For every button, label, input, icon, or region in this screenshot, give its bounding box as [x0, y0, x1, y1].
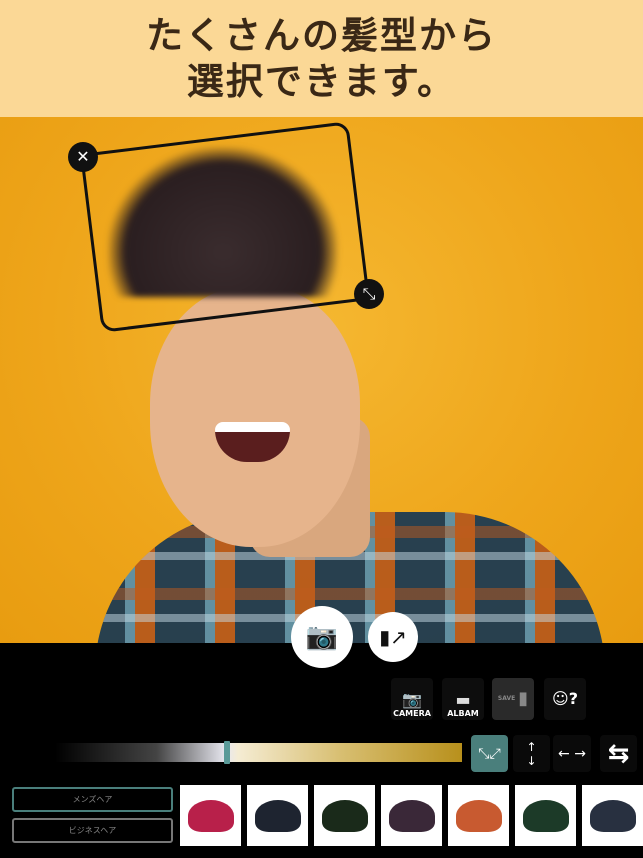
phone-rotate-icon[interactable]: ▮↗: [368, 612, 418, 662]
headline-line-1: たくさんの髪型から: [146, 14, 497, 57]
up-down-arrows-icon[interactable]: ↑ ↓: [513, 735, 550, 772]
save-button[interactable]: SAVE ▮: [492, 678, 534, 720]
camera-label: CAMERA: [393, 709, 431, 718]
folder-icon: ▬: [455, 690, 471, 709]
hair-style-image: [455, 799, 502, 832]
hair-color-slider[interactable]: [55, 743, 462, 762]
hair-style-image: [254, 799, 301, 832]
swap-icon[interactable]: ⇆: [600, 735, 637, 772]
promo-header: たくさんの髪型から 選択できます。: [0, 0, 643, 117]
resize-diagonal-icon[interactable]: ⤡: [354, 279, 384, 309]
hair-style-image: [522, 799, 569, 832]
hair-selection-frame[interactable]: [80, 121, 370, 333]
help-button[interactable]: ☺?: [544, 678, 586, 720]
save-label: SAVE: [497, 694, 516, 702]
person-icon: ▮: [518, 687, 529, 709]
hair-style-image: [321, 799, 368, 832]
expand-icon[interactable]: ⤡⤢: [471, 735, 508, 772]
photo-canvas[interactable]: ✕ ⤡: [0, 117, 643, 643]
camera-icon: 📷: [402, 690, 422, 709]
album-tool-button[interactable]: ▬ ALBAM: [442, 678, 484, 720]
category-business-hair[interactable]: ビジネスヘア: [12, 818, 173, 843]
camera-icon[interactable]: 📷: [291, 606, 353, 668]
camera-tool-button[interactable]: 📷 CAMERA: [391, 678, 433, 720]
headline-line-2: 選択できます。: [186, 60, 457, 103]
hair-thumbnail[interactable]: [582, 785, 643, 846]
hair-thumbnail[interactable]: [247, 785, 308, 846]
hair-thumbnail[interactable]: [448, 785, 509, 846]
hair-style-image: [589, 799, 636, 832]
hair-style-image: [388, 799, 435, 832]
hair-thumbnail[interactable]: [381, 785, 442, 846]
hair-style-image: [187, 799, 234, 832]
slider-thumb[interactable]: [224, 741, 230, 764]
face: [150, 287, 360, 547]
hair-thumbnail[interactable]: [314, 785, 375, 846]
help-person-icon: ☺?: [552, 688, 578, 708]
category-mens-hair[interactable]: メンズヘア: [12, 787, 173, 812]
close-icon[interactable]: ✕: [68, 142, 98, 172]
album-label: ALBAM: [447, 709, 479, 718]
hair-thumbnail[interactable]: [180, 785, 241, 846]
left-right-arrows-icon[interactable]: ← →: [553, 735, 591, 772]
hair-thumbnail[interactable]: [515, 785, 576, 846]
